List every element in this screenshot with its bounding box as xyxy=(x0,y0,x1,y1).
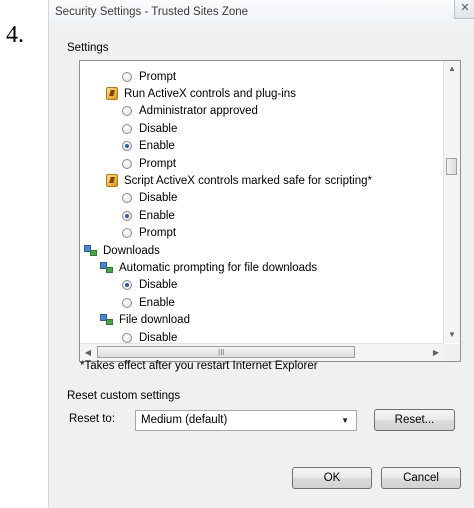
setting-group: Run ActiveX controls and plug-ins xyxy=(106,85,296,102)
radio-unselected-icon[interactable] xyxy=(122,228,132,239)
settings-list[interactable]: Prompt Run ActiveX controls and plug-ins A… xyxy=(79,60,461,362)
radio-selected-icon[interactable] xyxy=(122,210,132,221)
setting-label: Script ActiveX controls marked safe for … xyxy=(124,174,372,187)
radio-option[interactable]: Prompt xyxy=(122,68,176,85)
setting-label: Disable xyxy=(139,122,178,135)
reset-section-label: Reset custom settings xyxy=(67,390,181,402)
radio-option[interactable]: Administrator approved xyxy=(122,103,258,120)
ok-button[interactable]: OK xyxy=(292,467,372,489)
radio-unselected-icon[interactable] xyxy=(122,158,132,169)
radio-option[interactable]: Disable xyxy=(122,277,177,294)
radio-selected-icon[interactable] xyxy=(122,280,132,291)
radio-option[interactable]: Enable xyxy=(122,207,175,224)
radio-option[interactable]: Disable xyxy=(122,120,177,137)
setting-label: Enable xyxy=(139,296,175,309)
setting-group: File download xyxy=(100,312,190,329)
radio-unselected-icon[interactable] xyxy=(122,106,132,117)
radio-option[interactable]: Enable xyxy=(122,138,175,155)
setting-label: Automatic prompting for file downloads xyxy=(119,261,318,274)
step-number: 4. xyxy=(6,22,24,48)
radio-unselected-icon[interactable] xyxy=(122,193,132,204)
close-icon: ✕ xyxy=(460,2,470,14)
setting-label: Prompt xyxy=(139,227,177,240)
scroll-up-arrow-icon[interactable]: ▲ xyxy=(444,61,460,77)
restart-note: *Takes effect after you restart Internet… xyxy=(80,360,318,372)
radio-unselected-icon[interactable] xyxy=(122,332,132,343)
setting-group: Script ActiveX controls marked safe for … xyxy=(106,172,372,189)
download-icon xyxy=(84,244,98,257)
close-button[interactable]: ✕ xyxy=(454,0,474,19)
download-icon xyxy=(100,314,114,326)
setting-label: Enable xyxy=(139,209,175,222)
horizontal-scroll-thumb[interactable]: III xyxy=(97,346,355,358)
activex-shield-icon xyxy=(106,174,118,188)
reset-button[interactable]: Reset... xyxy=(374,409,455,431)
reset-to-label: Reset to: xyxy=(69,413,116,425)
security-settings-dialog: Security Settings - Trusted Sites Zone ✕… xyxy=(48,0,474,508)
chevron-down-icon: ▼ xyxy=(341,416,349,425)
download-icon xyxy=(100,261,114,274)
setting-label: Run ActiveX controls and plug-ins xyxy=(124,87,296,100)
setting-label: Disable xyxy=(139,279,178,292)
setting-label: Administrator approved xyxy=(139,105,258,118)
setting-label: Disable xyxy=(139,331,178,344)
radio-option[interactable]: Disable xyxy=(122,329,177,343)
radio-option[interactable]: Enable xyxy=(122,294,175,311)
scroll-down-arrow-icon[interactable]: ▼ xyxy=(444,327,460,343)
setting-group: Downloads xyxy=(84,242,160,259)
radio-option[interactable]: Disable xyxy=(122,190,177,207)
reset-level-value: Medium (default) xyxy=(141,414,228,426)
radio-selected-icon[interactable] xyxy=(122,141,132,152)
radio-option[interactable]: Prompt xyxy=(122,225,176,242)
vertical-scrollbar[interactable]: ▲ ▼ xyxy=(443,61,460,343)
settings-label: Settings xyxy=(67,42,109,54)
scroll-left-arrow-icon[interactable]: ◀ xyxy=(80,344,96,361)
scrollbar-corner xyxy=(444,344,460,361)
settings-list-content: Prompt Run ActiveX controls and plug-ins A… xyxy=(80,61,444,343)
setting-group: Automatic prompting for file downloads xyxy=(100,259,317,276)
horizontal-scrollbar[interactable]: ◀ III ▶ xyxy=(80,343,444,361)
setting-label: Downloads xyxy=(103,244,160,257)
radio-unselected-icon[interactable] xyxy=(122,71,132,82)
radio-unselected-icon[interactable] xyxy=(122,297,132,308)
scroll-right-arrow-icon[interactable]: ▶ xyxy=(428,344,444,361)
title-bar: Security Settings - Trusted Sites Zone ✕ xyxy=(49,0,474,26)
scroll-grip-icon: III xyxy=(218,348,225,357)
cancel-button[interactable]: Cancel xyxy=(381,467,461,489)
activex-shield-icon xyxy=(106,87,118,101)
reset-level-select[interactable]: Medium (default) ▼ xyxy=(135,410,357,431)
window-title: Security Settings - Trusted Sites Zone xyxy=(55,6,249,18)
setting-label: Prompt xyxy=(139,157,177,170)
radio-unselected-icon[interactable] xyxy=(122,123,132,134)
vertical-scroll-thumb[interactable] xyxy=(446,158,457,175)
setting-label: File download xyxy=(119,314,190,327)
setting-label: Prompt xyxy=(139,70,177,83)
setting-label: Disable xyxy=(139,192,178,205)
setting-label: Enable xyxy=(139,140,175,153)
radio-option[interactable]: Prompt xyxy=(122,155,176,172)
